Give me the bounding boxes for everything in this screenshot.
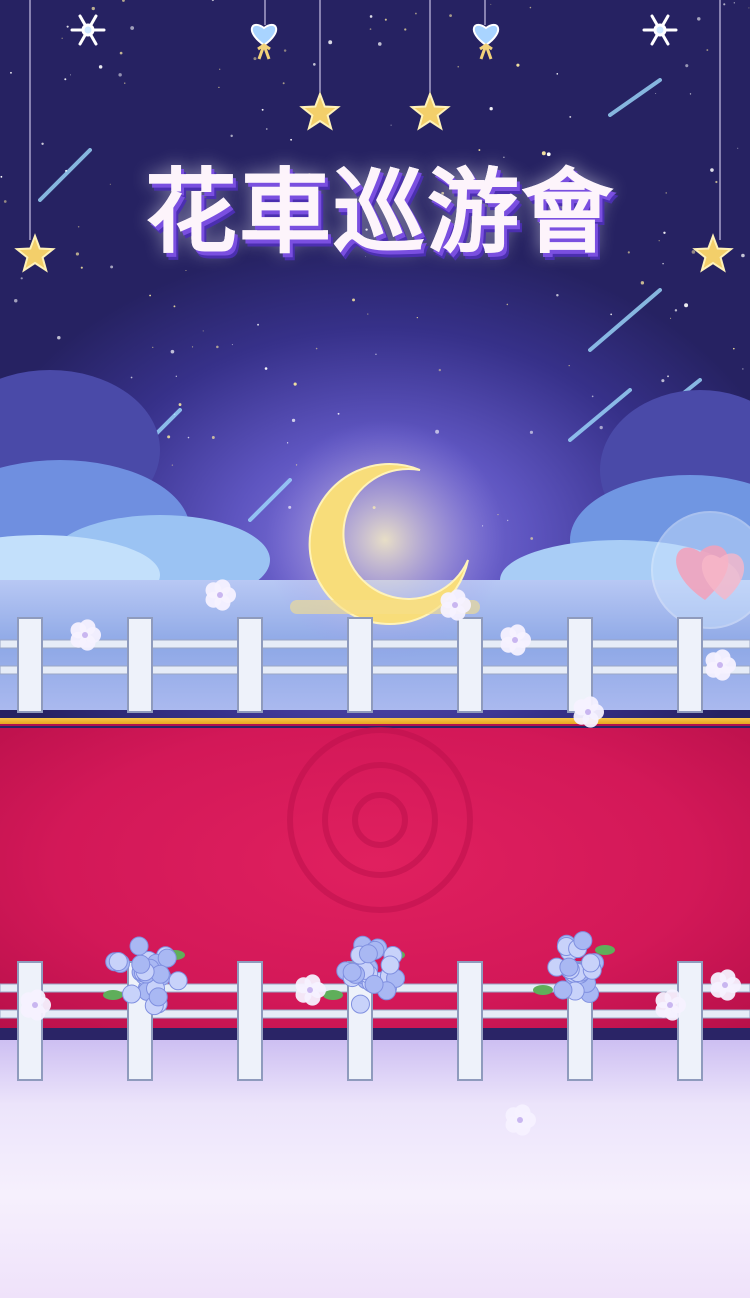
hydrangea-icon <box>323 935 406 1014</box>
blossom-icon <box>440 589 471 621</box>
blossom-icon <box>573 696 604 728</box>
blossom-icon <box>505 1104 536 1136</box>
blossom-icon <box>710 969 741 1001</box>
event-background: 花車巡游會 <box>0 0 750 1298</box>
fence-post <box>17 961 43 1081</box>
fence-post <box>237 961 263 1081</box>
blossom-icon <box>70 619 101 651</box>
fence-post <box>677 961 703 1081</box>
blossom-icon <box>295 974 326 1006</box>
fence-post <box>457 961 483 1081</box>
blossom-icon <box>705 649 736 681</box>
lower-decor <box>0 579 750 1136</box>
blossom-icon <box>500 624 531 656</box>
rose-watermark <box>287 727 473 913</box>
blossom-icon <box>205 579 236 611</box>
